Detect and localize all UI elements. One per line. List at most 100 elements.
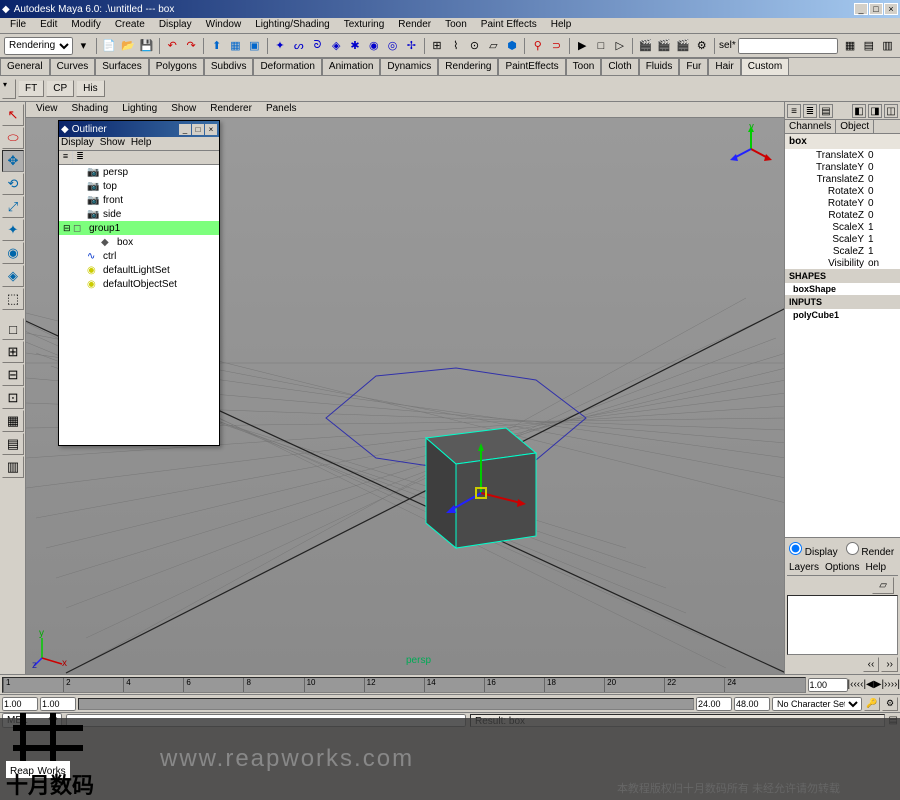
- snap-live-button[interactable]: ⬢: [504, 37, 521, 55]
- shelf-tab-toon[interactable]: Toon: [566, 58, 602, 75]
- cb-icon-6[interactable]: ◫: [884, 104, 898, 118]
- shelf-tab-subdivs[interactable]: Subdivs: [204, 58, 254, 75]
- range-slider[interactable]: No Character Set 🔑 ⚙: [0, 694, 900, 712]
- shelf-tab-general[interactable]: General: [0, 58, 50, 75]
- mask-dynamic-icon[interactable]: ◉: [365, 37, 382, 55]
- mask-handle-icon[interactable]: ✦: [272, 37, 289, 55]
- mask-surface-icon[interactable]: ◈: [328, 37, 345, 55]
- module-dropdown[interactable]: Rendering: [4, 37, 73, 55]
- ipr-button[interactable]: ▶: [574, 37, 591, 55]
- mask-deform-icon[interactable]: ✱: [347, 37, 364, 55]
- outliner-menu-display[interactable]: Display: [61, 137, 94, 150]
- menu-file[interactable]: File: [4, 18, 32, 33]
- layout-button-2[interactable]: ⊡: [2, 387, 24, 409]
- open-scene-button[interactable]: 📂: [119, 37, 136, 55]
- outliner-item[interactable]: ⊟◻group1: [59, 221, 219, 235]
- channel-attr-row[interactable]: TranslateZ0: [785, 173, 900, 185]
- maximize-button[interactable]: □: [869, 3, 883, 15]
- command-input[interactable]: [66, 714, 466, 727]
- cb-icon-3[interactable]: ▤: [819, 104, 833, 118]
- clapboard-icon-2[interactable]: 🎬: [656, 37, 673, 55]
- vp-menu-lighting[interactable]: Lighting: [116, 102, 163, 117]
- save-scene-button[interactable]: 💾: [138, 37, 155, 55]
- menu-help[interactable]: Help: [545, 18, 578, 33]
- four-view-button[interactable]: ⊞: [2, 341, 24, 363]
- play-forward-button[interactable]: ▶: [874, 679, 882, 690]
- shelf-tab-deformation[interactable]: Deformation: [253, 58, 321, 75]
- layer-list[interactable]: [787, 595, 898, 655]
- render-radio[interactable]: Render: [846, 542, 895, 558]
- scroll-left-button[interactable]: ‹‹: [863, 657, 880, 672]
- shelf-tab-hair[interactable]: Hair: [708, 58, 740, 75]
- cb-icon-4[interactable]: ◧: [852, 104, 866, 118]
- cb-icon-1[interactable]: ≡: [787, 104, 801, 118]
- menu-lighting[interactable]: Lighting/Shading: [249, 18, 336, 33]
- vp-menu-shading[interactable]: Shading: [66, 102, 115, 117]
- layout-icon-2[interactable]: ▤: [860, 37, 877, 55]
- shelf-button-ft[interactable]: FT: [18, 80, 44, 97]
- dropdown-arrow-icon[interactable]: ▾: [75, 37, 92, 55]
- anim-start-field[interactable]: [2, 697, 38, 711]
- channel-attr-row[interactable]: Visibilityon: [785, 257, 900, 269]
- channel-attr-row[interactable]: ScaleX1: [785, 221, 900, 233]
- menu-texturing[interactable]: Texturing: [338, 18, 391, 33]
- close-button[interactable]: ×: [884, 3, 898, 15]
- shelf-tab-rendering[interactable]: Rendering: [438, 58, 498, 75]
- goto-end-button[interactable]: ›|: [894, 679, 900, 690]
- outliner-menu-help[interactable]: Help: [131, 137, 152, 150]
- select-tool[interactable]: ↖: [2, 104, 24, 126]
- script-editor-button[interactable]: ▤: [889, 715, 898, 726]
- menu-render[interactable]: Render: [392, 18, 437, 33]
- outliner-item[interactable]: 📷persp: [59, 165, 219, 179]
- undo-button[interactable]: ↶: [164, 37, 181, 55]
- magnet-icon[interactable]: ⊃: [548, 37, 565, 55]
- outliner-item[interactable]: 📷front: [59, 193, 219, 207]
- cube-object[interactable]: [396, 398, 566, 568]
- outliner-filter-icon-2[interactable]: ≣: [73, 151, 87, 164]
- menu-edit[interactable]: Edit: [34, 18, 63, 33]
- layer-menu-options[interactable]: Options: [825, 562, 859, 573]
- anim-prefs-button[interactable]: ⚙: [882, 697, 898, 711]
- new-scene-button[interactable]: 📄: [101, 37, 118, 55]
- history-toggle-button[interactable]: ⚲: [529, 37, 546, 55]
- minimize-button[interactable]: _: [854, 3, 868, 15]
- time-slider[interactable]: 124681012141618202224 |‹ ‹‹ ‹| ◀ ▶ |› ››…: [0, 674, 900, 694]
- layer-menu-help[interactable]: Help: [865, 562, 886, 573]
- quick-select-field[interactable]: [738, 38, 838, 54]
- single-view-button[interactable]: □: [2, 318, 24, 340]
- channel-object-name[interactable]: box: [785, 134, 900, 149]
- mask-render-icon[interactable]: ◎: [384, 37, 401, 55]
- outliner-filter-icon[interactable]: ≡: [59, 151, 73, 164]
- shelf-tab-curves[interactable]: Curves: [50, 58, 96, 75]
- channel-attr-row[interactable]: TranslateY0: [785, 161, 900, 173]
- outliner-menu-show[interactable]: Show: [100, 137, 125, 150]
- shelf-tab-fluids[interactable]: Fluids: [639, 58, 680, 75]
- rotate-tool[interactable]: ⟲: [2, 173, 24, 195]
- perspective-viewport[interactable]: persp y: [26, 118, 784, 674]
- snap-point-button[interactable]: ⊙: [466, 37, 483, 55]
- step-back-button[interactable]: ‹‹: [853, 679, 860, 690]
- select-hierarchy-button[interactable]: ⬆: [208, 37, 225, 55]
- play-back-button[interactable]: ◀: [866, 679, 874, 690]
- render-button[interactable]: □: [593, 37, 610, 55]
- mask-curve-icon[interactable]: ᘐ: [309, 37, 326, 55]
- menu-modify[interactable]: Modify: [65, 18, 106, 33]
- view-compass-icon[interactable]: y: [726, 124, 776, 174]
- last-tool[interactable]: ⬚: [2, 288, 24, 310]
- outliner-list[interactable]: 📷persp📷top📷front📷side⊟◻group1◆box∿ctrl◉d…: [59, 165, 219, 445]
- menu-painteffects[interactable]: Paint Effects: [475, 18, 543, 33]
- vp-menu-show[interactable]: Show: [165, 102, 202, 117]
- mask-misc-icon[interactable]: ✢: [403, 37, 420, 55]
- outliner-minimize-button[interactable]: _: [179, 124, 191, 135]
- manip-tool[interactable]: ✦: [2, 219, 24, 241]
- soft-modification-tool[interactable]: ◉: [2, 242, 24, 264]
- outliner-item[interactable]: 📷side: [59, 207, 219, 221]
- shelf-tab-animation[interactable]: Animation: [322, 58, 380, 75]
- shelf-tab-cloth[interactable]: Cloth: [601, 58, 638, 75]
- channel-attr-row[interactable]: ScaleY1: [785, 233, 900, 245]
- move-tool[interactable]: ✥: [2, 150, 24, 172]
- shelf-tab-fur[interactable]: Fur: [679, 58, 708, 75]
- current-frame-field[interactable]: [808, 678, 848, 692]
- shelf-button-his[interactable]: His: [76, 80, 104, 97]
- menu-toon[interactable]: Toon: [439, 18, 473, 33]
